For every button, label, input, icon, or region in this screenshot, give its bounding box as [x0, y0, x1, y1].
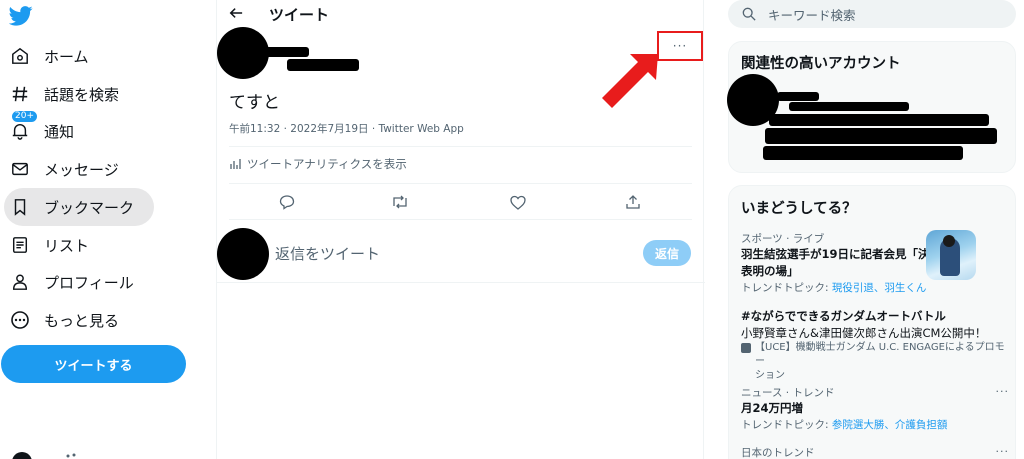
hashtag-icon	[10, 84, 30, 104]
share-icon[interactable]	[623, 193, 643, 211]
trend-meta: 日本のトレンド	[741, 447, 815, 459]
tweet-more-button[interactable]: ···	[657, 31, 703, 61]
back-arrow-icon[interactable]	[229, 5, 243, 24]
trend-title: #ながらでできるガンダムオートバトル	[741, 309, 946, 323]
author-name-redacted	[263, 47, 309, 57]
related-accounts-panel: 関連性の高いアカウント	[727, 41, 1016, 173]
analytics-link[interactable]: ツイートアナリティクスを表示	[229, 156, 407, 172]
my-avatar-redacted	[217, 228, 269, 280]
like-heart-icon[interactable]	[508, 193, 528, 211]
nav-item-bookmarks[interactable]: ブックマーク	[4, 188, 154, 226]
promoted-icon	[741, 343, 751, 353]
promoted-trend-item[interactable]: #ながらでできるガンダムオートバトル 小野賢章さん&津田健次郎さん出演CM公開中…	[741, 308, 1013, 383]
trends-title: いまどうしてる？	[741, 201, 857, 217]
nav-label: ブックマーク	[44, 198, 135, 217]
left-nav: ホーム 話題を検索 20+ 通知 メッセージ ブックマーク リスト プロフィール…	[0, 0, 216, 459]
trend-more-icon[interactable]: ···	[996, 385, 1010, 398]
nav-label: リスト	[44, 236, 90, 255]
related-bio-redacted	[769, 114, 989, 126]
trend-item[interactable]: 日本のトレンド ···	[741, 445, 1013, 459]
related-bio-redacted	[763, 146, 963, 160]
author-handle-redacted	[287, 59, 359, 71]
notification-badge: 20+	[11, 110, 38, 123]
nav-item-messages[interactable]: メッセージ	[4, 150, 119, 188]
trend-description: 小野賢章さん&津田健次郎さん出演CM公開中！	[741, 326, 987, 340]
account-avatar[interactable]	[12, 452, 32, 459]
bell-icon	[10, 121, 30, 141]
trend-title: 月24万円増	[741, 401, 804, 415]
related-handle-redacted	[789, 102, 909, 111]
nav-item-profile[interactable]: プロフィール	[4, 263, 134, 301]
mail-icon	[10, 159, 30, 179]
trend-item[interactable]: ニュース · トレンド ··· 月24万円増 トレンドトピック: 参院選大勝、介…	[741, 385, 1013, 432]
promoted-label: 【UCE】機動戦士ガンダム U.C. ENGAGEによるプロモー ション	[741, 341, 1013, 383]
divider	[229, 219, 692, 220]
reply-input[interactable]: 返信をツイート	[275, 243, 380, 264]
analytics-bars-icon	[230, 159, 241, 169]
right-sidebar: キーワード検索 関連性の高いアカウント いまどうしてる？ スポーツ · ライブ …	[704, 0, 1024, 459]
trends-panel: いまどうしてる？ スポーツ · ライブ 羽生結弦選手が19日に記者会見「決意 表…	[728, 185, 1016, 459]
trend-more-icon[interactable]: ···	[996, 445, 1010, 458]
trend-thumbnail-image[interactable]	[926, 230, 976, 280]
tweet-meta: 午前11:32 · 2022年7月19日 · Twitter Web App	[229, 123, 464, 135]
trend-topic-links[interactable]: 現役引退、羽生くん	[832, 282, 927, 294]
more-circle-icon	[10, 310, 30, 330]
tweet-text: てすと	[229, 93, 280, 113]
divider	[229, 146, 692, 147]
list-icon	[10, 235, 30, 255]
account-menu-dots-icon[interactable]	[60, 452, 100, 458]
trend-topics: トレンドトピック: 現役引退、羽生くん	[741, 282, 927, 294]
trend-topics: トレンドトピック: 参院選大勝、介護負担額	[741, 419, 948, 431]
divider	[217, 282, 705, 283]
tweet-button[interactable]: ツイートする	[1, 345, 186, 383]
related-bio-redacted	[765, 128, 997, 144]
related-accounts-title: 関連性の高いアカウント	[741, 56, 901, 72]
trend-meta: ニュース · トレンド	[741, 387, 835, 399]
nav-label: もっと見る	[44, 311, 120, 330]
nav-label: プロフィール	[44, 273, 134, 292]
nav-label: 通知	[44, 122, 75, 141]
trend-topic-links[interactable]: 参院選大勝、介護負担額	[832, 419, 948, 431]
person-icon	[10, 272, 30, 292]
search-icon	[742, 7, 756, 21]
nav-item-lists[interactable]: リスト	[4, 226, 89, 264]
nav-label: メッセージ	[44, 160, 119, 179]
nav-item-home[interactable]: ホーム	[4, 37, 89, 75]
author-avatar-redacted[interactable]	[217, 27, 269, 79]
twitter-bird-icon[interactable]	[8, 5, 33, 27]
nav-item-explore[interactable]: 話題を検索	[4, 75, 119, 113]
nav-label: ホーム	[44, 47, 89, 66]
nav-item-more[interactable]: もっと見る	[4, 301, 119, 339]
search-input[interactable]: キーワード検索	[728, 0, 1016, 28]
divider	[229, 183, 692, 184]
nav-label: 話題を検索	[44, 85, 120, 104]
analytics-label: ツイートアナリティクスを表示	[247, 157, 407, 171]
search-placeholder: キーワード検索	[768, 7, 856, 23]
retweet-icon[interactable]	[390, 193, 410, 211]
page-title: ツイート	[269, 6, 330, 24]
more-dots-icon: ···	[672, 39, 688, 53]
home-icon	[10, 46, 30, 66]
nav-item-notifications[interactable]: 20+ 通知	[4, 110, 75, 150]
reply-button[interactable]: 返信	[643, 240, 691, 266]
bookmark-icon	[10, 197, 30, 217]
red-annotation-arrow-icon	[602, 54, 658, 108]
related-name-redacted	[777, 92, 819, 101]
reply-icon[interactable]	[277, 193, 297, 211]
